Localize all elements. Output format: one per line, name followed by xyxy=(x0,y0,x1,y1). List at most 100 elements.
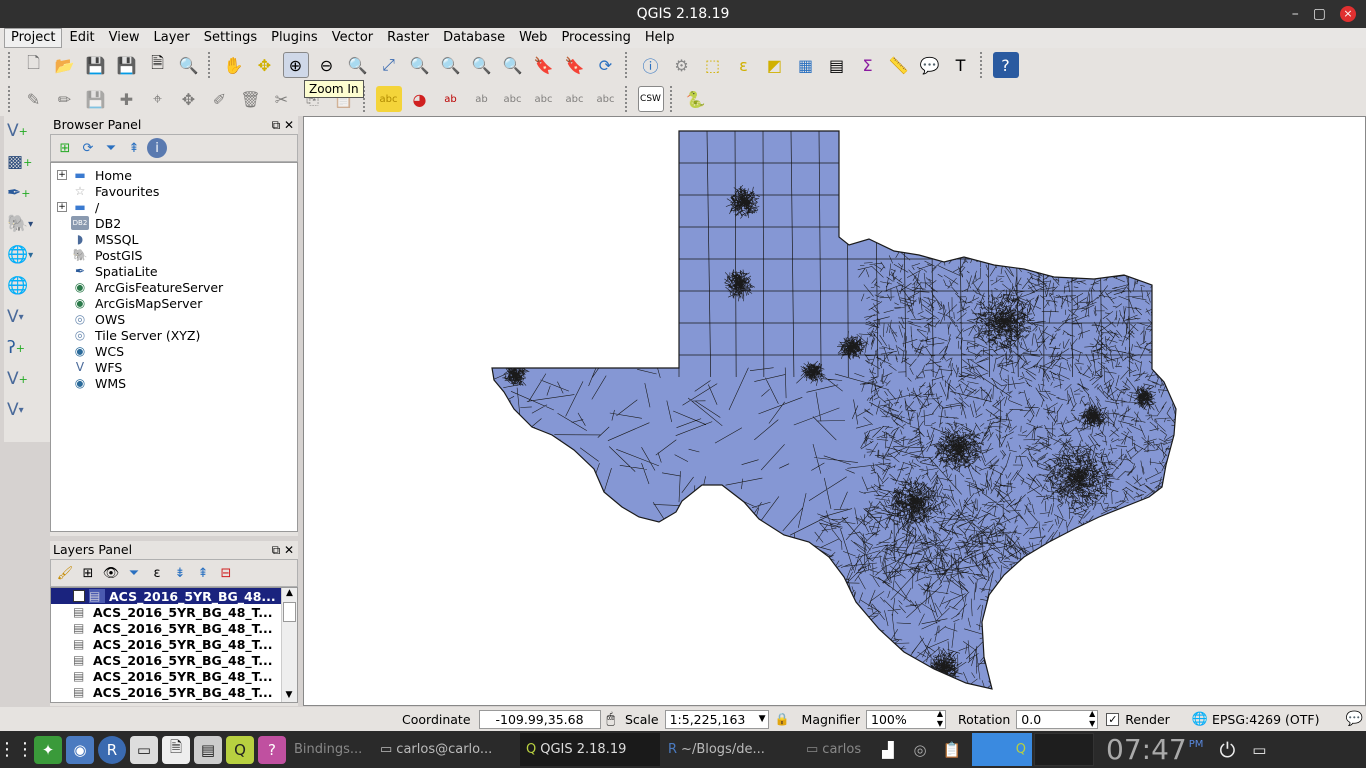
zoom-next-icon[interactable]: 🔍 xyxy=(500,52,526,78)
add-vector-layer-icon[interactable]: V + xyxy=(7,116,47,146)
browser-item-ows[interactable]: ◎ OWS xyxy=(51,311,297,327)
panel-float-close-icons[interactable]: ⧉ ✕ xyxy=(272,541,294,559)
toolbar-grip[interactable] xyxy=(980,52,986,78)
remove-layer-icon[interactable]: ⊟ xyxy=(216,563,236,583)
open-project-icon[interactable]: 📂 xyxy=(52,52,78,78)
menu-help[interactable]: Help xyxy=(638,28,682,48)
properties-info-icon[interactable]: i xyxy=(147,138,167,158)
expand-icon[interactable]: + xyxy=(57,170,67,180)
zoom-full-icon[interactable]: ⤢ xyxy=(376,52,402,78)
zoom-in-icon[interactable]: ⊕ xyxy=(282,52,309,78)
text-annotation-icon[interactable]: T xyxy=(948,52,974,78)
filter-legend-icon[interactable]: ⏷ xyxy=(124,563,144,583)
terminal-icon[interactable]: ▭ xyxy=(130,735,158,764)
add-feature-icon[interactable]: ✚ xyxy=(114,86,140,112)
browser-item-[interactable]: + ▬ / xyxy=(51,199,297,215)
add-group-icon[interactable]: ⊞ xyxy=(78,563,98,583)
change-label-icon[interactable]: abc xyxy=(593,86,619,112)
identify-icon[interactable]: ⓘ xyxy=(638,52,664,78)
browser-item-db2[interactable]: DB2 DB2 xyxy=(51,215,297,231)
manage-themes-icon[interactable]: 👁 xyxy=(101,563,121,583)
menu-processing[interactable]: Processing xyxy=(554,28,637,48)
zoom-last-icon[interactable]: 🔍 xyxy=(469,52,495,78)
run-action-icon[interactable]: ⚙ xyxy=(669,52,695,78)
browser-item-postgis[interactable]: 🐘 PostGIS xyxy=(51,247,297,263)
browser-item-wcs[interactable]: ◉ WCS xyxy=(51,343,297,359)
task-terminal-2[interactable]: ▭ carlos xyxy=(800,733,870,766)
save-project-icon[interactable]: 💾 xyxy=(83,52,109,78)
node-tool-icon[interactable]: ✐ xyxy=(207,86,233,112)
clipboard-icon[interactable]: 📋 xyxy=(938,736,966,764)
save-as-icon[interactable]: 💾 xyxy=(114,52,140,78)
diagram-icon[interactable]: ◕ xyxy=(407,86,433,112)
new-print-composer-icon[interactable]: 🗎 xyxy=(145,52,171,78)
add-raster-layer-icon[interactable]: ▩ + xyxy=(7,147,47,177)
cpu-monitor-icon[interactable]: ▟ xyxy=(874,736,902,764)
attribute-table-icon[interactable]: ▦ xyxy=(793,52,819,78)
browser-item-arcgisfeatureserver[interactable]: ◉ ArcGisFeatureServer xyxy=(51,279,297,295)
filter-icon[interactable]: ⏷ xyxy=(101,138,121,158)
menu-view[interactable]: View xyxy=(102,28,147,48)
menu-database[interactable]: Database xyxy=(436,28,512,48)
add-virtual-layer-icon[interactable]: ʔ + xyxy=(7,333,47,363)
chevron-down-icon[interactable]: ▼ xyxy=(759,711,766,728)
layer-item[interactable]: ▤ ACS_2016_5YR_BG_48_T... xyxy=(51,620,281,636)
cut-features-icon[interactable]: ✂ xyxy=(269,86,295,112)
open-styling-icon[interactable]: 🖌 xyxy=(55,563,75,583)
workspace-1[interactable]: Q xyxy=(972,733,1032,766)
toolbar-grip[interactable] xyxy=(625,86,631,112)
browser-item-wms[interactable]: ◉ WMS xyxy=(51,375,297,391)
panel-float-close-icons[interactable]: ⧉ ✕ xyxy=(272,116,294,134)
minimize-button[interactable]: – xyxy=(1292,0,1299,28)
terminal-launcher-icon[interactable]: ✦ xyxy=(34,735,62,764)
workspace-2[interactable] xyxy=(1034,733,1094,766)
crs-globe-icon[interactable]: 🌐 xyxy=(1192,712,1208,727)
zoom-selection-icon[interactable]: 🔍 xyxy=(407,52,433,78)
show-desktop-icon[interactable]: ▭ xyxy=(1245,736,1273,764)
menu-edit[interactable]: Edit xyxy=(62,28,101,48)
layer-item[interactable]: ▤ ACS_2016_5YR_BG_48_T... xyxy=(51,636,281,652)
text-editor-icon[interactable]: 🗎 xyxy=(162,735,190,764)
app-menu-icon[interactable]: ⋮⋮ xyxy=(0,736,34,764)
magnifier-spinbox[interactable]: 100% ▲ ▼ xyxy=(866,709,947,729)
coordinate-field[interactable]: -109.99,35.68 xyxy=(478,709,601,729)
task-qgis[interactable]: Q QGIS 2.18.19 xyxy=(520,733,660,766)
menu-project[interactable]: Project xyxy=(4,28,63,48)
qgis-launcher-icon[interactable]: Q xyxy=(226,735,254,764)
menu-raster[interactable]: Raster xyxy=(380,28,436,48)
delete-selected-icon[interactable]: 🗑 xyxy=(238,86,264,112)
layer-visibility-checkbox[interactable]: ✓ xyxy=(73,590,85,602)
task-rstudio[interactable]: R ~/Blogs/de... xyxy=(662,733,798,766)
add-postgis-layer-icon[interactable]: 🐘 ▾ xyxy=(7,209,47,239)
chromium-icon[interactable]: ◉ xyxy=(66,735,94,764)
new-project-icon[interactable]: 🗋 xyxy=(21,52,47,78)
browser-item-arcgismapserver[interactable]: ◉ ArcGisMapServer xyxy=(51,295,297,311)
file-manager-icon[interactable]: ▤ xyxy=(194,735,222,764)
menu-layer[interactable]: Layer xyxy=(147,28,197,48)
zoom-out-icon[interactable]: ⊖ xyxy=(314,52,340,78)
show-hide-labels-icon[interactable]: abc xyxy=(500,86,526,112)
layer-item[interactable]: ▤ ACS_2016_5YR_BG_48_T... xyxy=(51,604,281,620)
layer-item[interactable]: ▤ ACS_2016_5YR_BG_48_T... xyxy=(51,668,281,684)
map-tips-icon[interactable]: 💬 xyxy=(917,52,943,78)
python-console-icon[interactable]: 🐍 xyxy=(683,86,709,112)
new-bookmark-icon[interactable]: 🔖 xyxy=(531,52,557,78)
current-edits-icon[interactable]: ✎ xyxy=(21,86,47,112)
move-label-icon[interactable]: abc xyxy=(531,86,557,112)
rotate-label-icon[interactable]: abc xyxy=(562,86,588,112)
rotation-spinbox[interactable]: 0.0 ▲ ▼ xyxy=(1016,709,1099,729)
render-checkbox[interactable]: ✓ xyxy=(1106,712,1120,726)
messages-icon[interactable]: 💬 xyxy=(1345,711,1362,727)
extents-toggle-icon[interactable]: 🖱 xyxy=(607,711,615,727)
power-icon[interactable]: ⏻ xyxy=(1213,736,1241,764)
map-canvas[interactable] xyxy=(303,116,1366,706)
select-features-icon[interactable]: ⬚ xyxy=(700,52,726,78)
zoom-native-icon[interactable]: 🔍 xyxy=(345,52,371,78)
highlight-pinned-labels-icon[interactable]: ab xyxy=(438,86,464,112)
expand-icon[interactable]: + xyxy=(57,202,67,212)
filter-expression-icon[interactable]: ε xyxy=(147,563,167,583)
pan-hand-icon[interactable]: ✋ xyxy=(221,52,247,78)
collapse-all-icon[interactable]: ⇞ xyxy=(124,138,144,158)
menu-vector[interactable]: Vector xyxy=(325,28,380,48)
label-abc-icon[interactable]: abc xyxy=(375,86,402,112)
